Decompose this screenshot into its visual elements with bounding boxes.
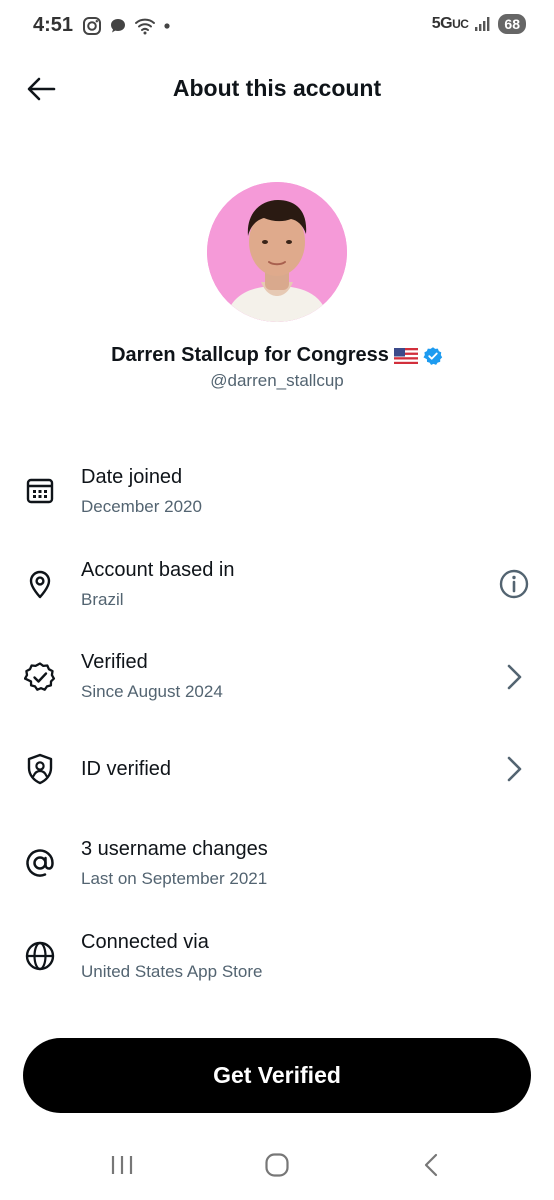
verified-row[interactable]: Verified Since August 2024 [0,645,554,715]
id-shield-icon [24,753,56,785]
recent-apps-button[interactable] [102,1150,142,1180]
system-nav-bar [0,1130,554,1200]
row-subtitle: Brazil [81,590,124,609]
id-verified-row[interactable]: ID verified [0,740,554,800]
recent-apps-icon [111,1156,133,1174]
row-title: 3 username changes [81,838,268,860]
at-sign-icon [24,847,56,879]
status-bar: 4:51 5GUC 68 [0,0,554,52]
home-icon [265,1153,289,1177]
battery-indicator: 68 [498,14,526,34]
info-button[interactable] [498,568,530,600]
status-right: 5GUC 68 [432,14,526,34]
profile-handle: @darren_stallcup [210,371,344,390]
chat-bubble-icon [111,19,125,33]
profile-name: Darren Stallcup for Congress [111,344,389,366]
status-time: 4:51 [33,14,74,36]
username-changes-row: 3 username changes Last on September 202… [0,832,554,902]
home-button[interactable] [257,1150,297,1180]
row-subtitle: United States App Store [81,962,263,981]
instagram-icon [83,17,101,35]
profile-name-row: Darren Stallcup for Congress [0,344,554,367]
page-header: About this account [0,58,554,120]
verified-chevron-button[interactable] [498,661,530,693]
wifi-icon [135,18,155,35]
row-subtitle: Last on September 2021 [81,869,268,888]
network-label: 5GUC [431,15,469,32]
avatar[interactable] [207,182,347,322]
id-verified-chevron-button[interactable] [498,753,530,785]
page-title: About this account [172,75,382,101]
us-flag-icon [393,347,418,364]
chevron-left-icon [424,1153,438,1177]
connected-via-row: Connected via United States App Store [0,925,554,995]
account-based-in-row: Account based in Brazil [0,553,554,623]
globe-icon [24,940,56,972]
row-subtitle: Since August 2024 [81,682,223,701]
system-back-button[interactable] [412,1150,452,1180]
notification-icons [82,16,172,36]
dot-icon [164,23,170,29]
row-subtitle: December 2020 [81,497,202,516]
verified-badge-icon [423,346,443,365]
row-title: Connected via [81,931,209,953]
date-joined-row: Date joined December 2020 [0,460,554,530]
get-verified-button[interactable]: Get Verified [23,1038,531,1113]
profile-photo [207,182,347,322]
chevron-right-icon [507,756,522,782]
row-title: ID verified [81,758,172,780]
verified-seal-icon [24,661,56,693]
calendar-icon [24,474,56,506]
row-title: Date joined [81,466,183,488]
signal-icon [475,17,490,31]
location-pin-icon [24,568,56,600]
info-icon [499,569,529,599]
row-title: Account based in [81,559,235,581]
chevron-right-icon [507,664,522,690]
row-title: Verified [81,651,148,673]
